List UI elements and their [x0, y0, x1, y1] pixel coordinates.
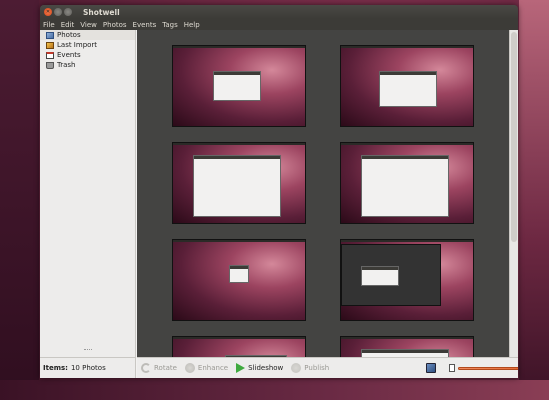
- sidebar-item-photos[interactable]: Photos: [40, 30, 135, 40]
- enhance-button[interactable]: Enhance: [184, 363, 229, 373]
- minimize-window-button[interactable]: [54, 8, 62, 16]
- menu-events[interactable]: Events: [133, 21, 157, 29]
- items-status: Items: 10 Photos: [40, 357, 136, 378]
- slideshow-label: Slideshow: [248, 364, 284, 372]
- enhance-icon: [184, 363, 195, 373]
- photo-thumbnail[interactable]: [340, 239, 474, 321]
- photo-thumbnail[interactable]: [172, 45, 306, 127]
- desktop-background-bottom: [0, 380, 549, 400]
- bottom-toolbar: Rotate Enhance Slideshow Publish: [137, 357, 518, 378]
- photo-thumbnail[interactable]: [172, 336, 306, 357]
- shotwell-window: ✕ Shotwell File Edit View Photos Events …: [40, 5, 518, 378]
- last-import-icon: [46, 41, 54, 49]
- photo-thumbnail[interactable]: [340, 142, 474, 224]
- trash-icon: [46, 61, 54, 69]
- sidebar-item-label: Events: [57, 51, 81, 59]
- sidebar: Photos Last Import Events Trash: [40, 30, 136, 357]
- maximize-window-button[interactable]: [64, 8, 72, 16]
- menu-tags[interactable]: Tags: [162, 21, 178, 29]
- sidebar-item-last-import[interactable]: Last Import: [40, 40, 135, 50]
- rotate-button[interactable]: Rotate: [141, 363, 177, 373]
- title-bar[interactable]: ✕ Shotwell: [40, 5, 518, 19]
- photos-icon: [46, 31, 54, 39]
- window-title: Shotwell: [83, 7, 120, 17]
- zoom-out-icon[interactable]: [449, 364, 455, 372]
- items-label: Items:: [43, 364, 68, 372]
- rotate-label: Rotate: [154, 364, 177, 372]
- items-count: 10 Photos: [70, 364, 106, 372]
- rotate-icon: [141, 363, 151, 373]
- scrollbar-thumb[interactable]: [511, 32, 517, 242]
- menu-file[interactable]: File: [43, 21, 55, 29]
- menu-photos[interactable]: Photos: [103, 21, 127, 29]
- menu-view[interactable]: View: [80, 21, 97, 29]
- sidebar-resize-handle[interactable]: [84, 349, 92, 351]
- menu-help[interactable]: Help: [184, 21, 200, 29]
- close-icon: ✕: [45, 9, 51, 15]
- sidebar-item-events[interactable]: Events: [40, 50, 135, 60]
- events-icon: [46, 51, 54, 59]
- photo-thumbnail[interactable]: [340, 336, 474, 357]
- sidebar-item-trash[interactable]: Trash: [40, 60, 135, 70]
- photo-thumbnail[interactable]: [172, 239, 306, 321]
- vertical-scrollbar[interactable]: [509, 30, 518, 357]
- slideshow-button[interactable]: Slideshow: [236, 363, 283, 373]
- main-area: Photos Last Import Events Trash Items: 1…: [40, 30, 518, 378]
- publish-button[interactable]: Publish: [291, 363, 329, 373]
- sidebar-item-label: Last Import: [57, 41, 98, 49]
- close-window-button[interactable]: ✕: [44, 8, 52, 16]
- photo-grid: [137, 30, 509, 357]
- photo-thumbnail[interactable]: [340, 45, 474, 127]
- sidebar-item-label: Photos: [57, 31, 81, 39]
- desktop-background-left: [0, 0, 39, 400]
- enhance-label: Enhance: [197, 364, 229, 372]
- menu-edit[interactable]: Edit: [61, 21, 75, 29]
- publish-label: Publish: [304, 364, 330, 372]
- fullscreen-icon[interactable]: [426, 363, 436, 373]
- photo-thumbnail[interactable]: [172, 142, 306, 224]
- sidebar-item-label: Trash: [57, 61, 76, 69]
- play-icon: [236, 363, 246, 373]
- menu-bar: File Edit View Photos Events Tags Help: [40, 19, 518, 30]
- zoom-slider[interactable]: [458, 367, 518, 370]
- desktop-background-right: [519, 0, 549, 400]
- publish-icon: [291, 363, 302, 373]
